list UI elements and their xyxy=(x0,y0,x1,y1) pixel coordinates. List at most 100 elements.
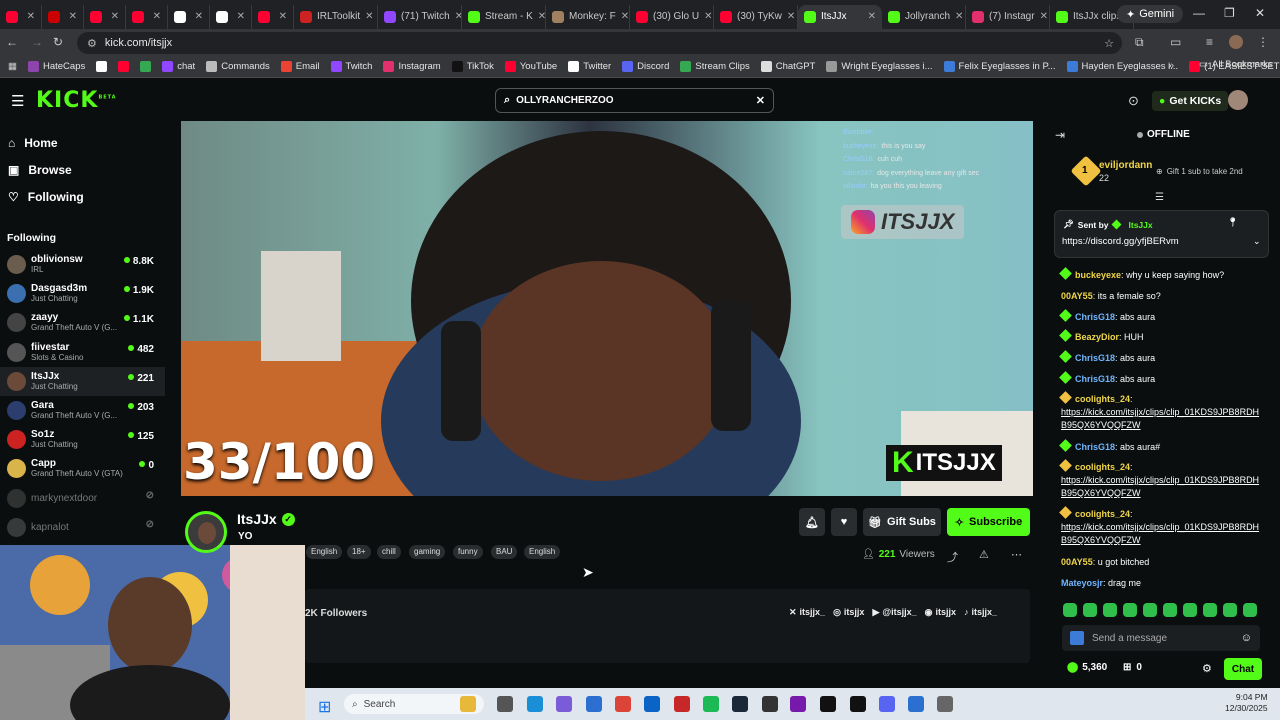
chat-username[interactable]: ChrisG18 xyxy=(1075,374,1115,384)
browser-tab[interactable]: ✕ xyxy=(126,4,168,29)
emote-icon[interactable] xyxy=(1183,603,1197,617)
emote-icon[interactable] xyxy=(1083,603,1097,617)
unpin-icon[interactable]: 📍︎ xyxy=(1227,217,1238,228)
bookmark-item[interactable]: YouTube xyxy=(504,61,557,72)
browser-tab[interactable]: ✕ xyxy=(210,4,252,29)
follow-heart-button[interactable]: ♥ xyxy=(831,508,857,536)
bookmark-item[interactable]: Discord xyxy=(622,61,669,72)
video-player[interactable]: Bwebbler: buckeyexe: this is you say ChrisG… xyxy=(181,121,1033,496)
close-tab-icon[interactable]: ✕ xyxy=(455,11,461,22)
chat-username[interactable]: coolights_24 xyxy=(1075,462,1130,472)
clear-search-icon[interactable]: ✕ xyxy=(756,94,765,107)
close-tab-icon[interactable]: ✕ xyxy=(279,11,287,22)
browser-tab[interactable]: (71) Twitch ✕ xyxy=(378,4,462,29)
expand-leaderboard-icon[interactable]: ☰ xyxy=(1155,192,1164,203)
close-tab-icon[interactable]: ✕ xyxy=(621,11,629,22)
address-bar[interactable]: ⚙ kick.com/itsjjx ☆ xyxy=(77,32,1122,54)
gemini-button[interactable]: ✦ Gemini xyxy=(1117,5,1184,23)
discord-icon[interactable] xyxy=(879,696,895,712)
remote-icon[interactable] xyxy=(908,696,924,712)
emote-icon[interactable] xyxy=(1143,603,1157,617)
emote-icon[interactable] xyxy=(1203,603,1217,617)
files-icon[interactable] xyxy=(460,696,476,712)
gift-sub-prompt[interactable]: ⊕ Gift 1 sub to take 2nd xyxy=(1156,167,1243,176)
nav-home[interactable]: ⌂ Home xyxy=(0,129,165,156)
browser-tab[interactable]: ✕ xyxy=(168,4,210,29)
capcut-icon[interactable] xyxy=(820,696,836,712)
sidebar-channel[interactable]: Dasgasd3m Just Chatting 1.9K xyxy=(0,279,165,308)
chat-username[interactable]: Mateyosjr xyxy=(1061,578,1103,588)
emoji-icon[interactable]: ☺ xyxy=(1241,632,1252,644)
reload-icon[interactable]: ↻ xyxy=(53,35,63,49)
close-tab-icon[interactable]: ✕ xyxy=(237,11,245,22)
stream-tag[interactable]: English xyxy=(524,545,561,559)
sidebar-channel[interactable]: Capp Grand Theft Auto V (GTA) 0 xyxy=(0,454,165,483)
share-icon[interactable]: ⤴ xyxy=(947,549,958,565)
browser-tab[interactable]: ✕ xyxy=(252,4,294,29)
more-bookmarks-icon[interactable]: » xyxy=(1168,60,1174,72)
bookmark-item[interactable] xyxy=(140,61,152,72)
media-icon[interactable]: ≡ xyxy=(1206,35,1213,49)
sidebar-channel[interactable]: fiivestar Slots & Casino 482 xyxy=(0,338,165,367)
close-tab-icon[interactable]: ✕ xyxy=(27,11,35,22)
gift-subs-button[interactable]: 🎁︎ Gift Subs xyxy=(863,508,941,536)
search-input[interactable]: ⌕ OLLYRANCHERZOO ✕ xyxy=(495,88,774,113)
extensions-icon[interactable]: ⧉ xyxy=(1135,35,1144,50)
close-tab-icon[interactable]: ✕ xyxy=(955,11,963,22)
edge-icon[interactable] xyxy=(527,696,543,712)
bookmark-item[interactable]: Twitter xyxy=(568,61,611,72)
bookmark-item[interactable]: Twitch xyxy=(330,61,372,72)
stream-tag[interactable]: chill xyxy=(377,545,401,559)
stream-tag[interactable]: funny xyxy=(453,545,483,559)
chat-text[interactable]: https://kick.com/itsjjx/clips/clip_01KDS… xyxy=(1061,407,1259,430)
emote-icon[interactable] xyxy=(1103,603,1117,617)
chat-username[interactable]: ChrisG18 xyxy=(1075,353,1115,363)
bookmark-item[interactable]: chat xyxy=(162,61,195,72)
close-tab-icon[interactable]: ✕ xyxy=(787,11,795,22)
task-view-icon[interactable] xyxy=(497,696,513,712)
emote-icon[interactable] xyxy=(1223,603,1237,617)
settings-icon[interactable] xyxy=(937,696,953,712)
stream-tag[interactable]: BAU xyxy=(491,545,518,559)
fullscreen-icon[interactable]: ⊙ xyxy=(1128,93,1139,109)
stream-tag[interactable]: gaming xyxy=(409,545,446,559)
close-tab-icon[interactable]: ✕ xyxy=(153,11,161,22)
chat-settings-icon[interactable]: ⚙ xyxy=(1202,662,1212,675)
collapse-chat-icon[interactable]: ⇥ xyxy=(1055,128,1065,142)
stream-tag[interactable]: English xyxy=(306,545,343,559)
bookmark-item[interactable] xyxy=(118,61,130,72)
chat-username[interactable]: ChrisG18 xyxy=(1075,312,1115,322)
spotify-icon[interactable] xyxy=(703,696,719,712)
site-info-icon[interactable]: ⚙ xyxy=(87,37,97,50)
sidebar-channel[interactable]: So1z Just Chatting 125 xyxy=(0,425,165,454)
browser-tab[interactable]: ✕ xyxy=(84,4,126,29)
nav-following[interactable]: ♡ Following xyxy=(0,183,165,210)
chat-username[interactable]: coolights_24 xyxy=(1075,394,1130,404)
social-link[interactable]: ◉ itsjjx xyxy=(925,607,956,618)
chat-input[interactable]: Send a message ☺ xyxy=(1062,625,1260,651)
nav-browse[interactable]: ▣ Browse xyxy=(0,156,165,183)
obs-icon[interactable] xyxy=(762,696,778,712)
copilot-icon[interactable] xyxy=(556,696,572,712)
close-tab-icon[interactable]: ✕ xyxy=(69,11,77,22)
all-bookmarks[interactable]: ▭ All Bookmarks xyxy=(1199,59,1273,70)
back-icon[interactable]: ← xyxy=(6,35,18,49)
tiktok-icon[interactable] xyxy=(850,696,866,712)
hamburger-menu-icon[interactable]: ☰ xyxy=(11,92,24,110)
browser-tab[interactable]: (7) Instagr ✕ xyxy=(966,4,1050,29)
steam-icon[interactable] xyxy=(732,696,748,712)
report-icon[interactable]: ⚠ xyxy=(979,548,989,561)
minimize-icon[interactable]: — xyxy=(1193,6,1205,20)
outlook-icon[interactable] xyxy=(644,696,660,712)
channel-avatar[interactable] xyxy=(185,511,227,553)
pinned-link[interactable]: https://discord.gg/yfjBERvm xyxy=(1062,236,1179,247)
user-avatar[interactable] xyxy=(1228,90,1248,110)
bookmark-item[interactable]: Commands xyxy=(206,61,270,72)
bookmark-item[interactable] xyxy=(96,61,108,72)
bookmark-star-icon[interactable]: ☆ xyxy=(1104,37,1114,50)
store-icon[interactable] xyxy=(586,696,602,712)
emote-icon[interactable] xyxy=(1243,603,1257,617)
bookmark-item[interactable]: ChatGPT xyxy=(760,61,815,72)
social-link[interactable]: ◎ itsjjx xyxy=(833,607,864,618)
sub-count[interactable]: ⊞ 0 xyxy=(1123,662,1142,673)
